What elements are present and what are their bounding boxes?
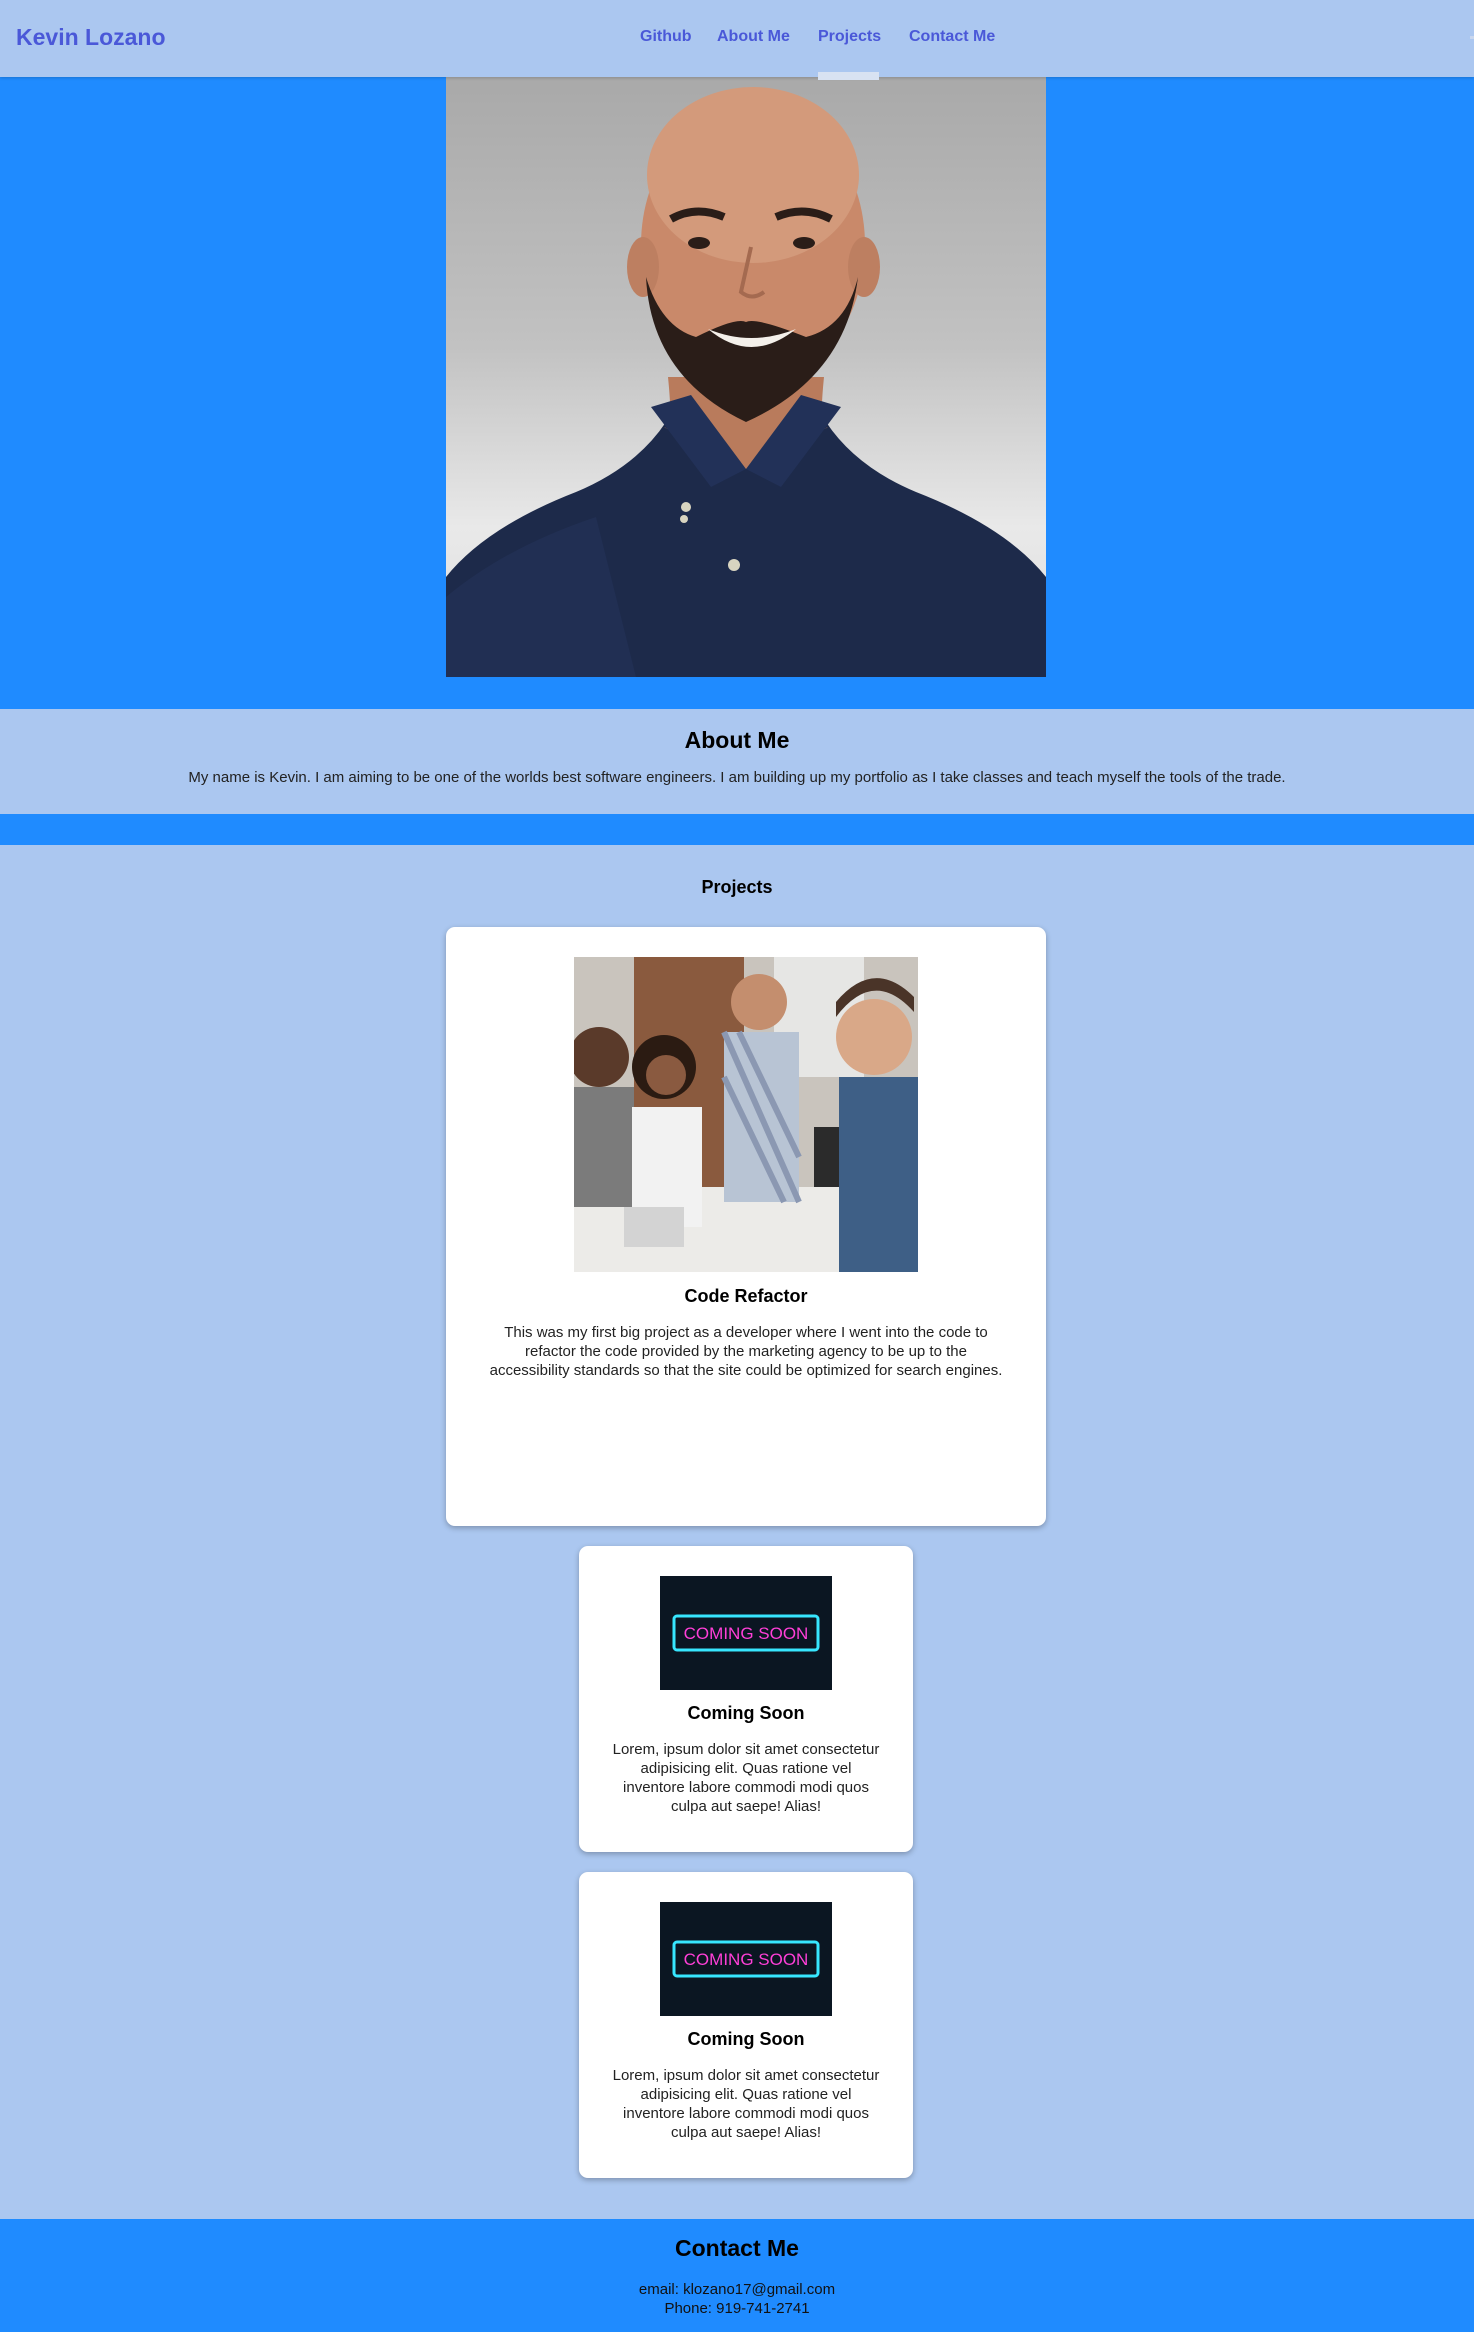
- project-card-coming-soon[interactable]: COMING SOON Coming Soon Lorem, ipsum dol…: [579, 1546, 913, 1852]
- nav-link-about-me[interactable]: About Me: [717, 28, 790, 46]
- scroll-edge: [1470, 36, 1474, 39]
- about-title: About Me: [684, 727, 790, 753]
- active-tab-indicator: [818, 72, 879, 80]
- contact-title: Contact Me: [675, 2235, 799, 2261]
- contact-email[interactable]: email: klozano17@gmail.com: [0, 2281, 1474, 2298]
- nav-link-github[interactable]: Github: [640, 28, 692, 46]
- projects-title: Projects: [701, 877, 773, 897]
- coming-soon-neon-sign: COMING SOON: [660, 1576, 832, 1690]
- site-header: Kevin Lozano Github About Me Projects Co…: [0, 0, 1474, 80]
- project-title: Coming Soon: [687, 1703, 805, 1723]
- neon-sign-illustration: COMING SOON: [660, 1902, 832, 2016]
- nav-link-contact-me[interactable]: Contact Me: [909, 28, 995, 46]
- nav-link-projects[interactable]: Projects: [818, 28, 881, 46]
- neon-sign-text: COMING SOON: [684, 1624, 809, 1643]
- team-meeting-illustration: [574, 957, 918, 1272]
- project-description: Lorem, ipsum dolor sit amet consectetur …: [612, 2067, 880, 2141]
- project-card-code-refactor[interactable]: Code Refactor This was my first big proj…: [446, 927, 1046, 1526]
- neon-sign-illustration: COMING SOON: [660, 1576, 832, 1690]
- about-text: My name is Kevin. I am aiming to be one …: [188, 769, 1286, 786]
- portrait-illustration: [446, 87, 1046, 677]
- project-description: Lorem, ipsum dolor sit amet consectetur …: [612, 1741, 880, 1815]
- project-card-coming-soon[interactable]: COMING SOON Coming Soon Lorem, ipsum dol…: [579, 1872, 913, 2178]
- about-section: About Me My name is Kevin. I am aiming t…: [0, 709, 1474, 814]
- portrait-photo: [446, 77, 1046, 677]
- contact-section: Contact Me email: klozano17@gmail.com Ph…: [0, 2219, 1474, 2332]
- neon-sign-text: COMING SOON: [684, 1950, 809, 1969]
- project-description: This was my first big project as a devel…: [489, 1324, 1003, 1379]
- coming-soon-neon-sign: COMING SOON: [660, 1902, 832, 2016]
- project-title: Coming Soon: [687, 2029, 805, 2049]
- contact-phone[interactable]: Phone: 919-741-2741: [0, 2300, 1474, 2317]
- main-nav: Github About Me Projects Contact Me: [0, 0, 1474, 80]
- team-meeting-photo: [574, 957, 918, 1272]
- hero-section: [0, 77, 1474, 709]
- project-title: Code Refactor: [684, 1286, 808, 1306]
- section-divider: [0, 814, 1474, 845]
